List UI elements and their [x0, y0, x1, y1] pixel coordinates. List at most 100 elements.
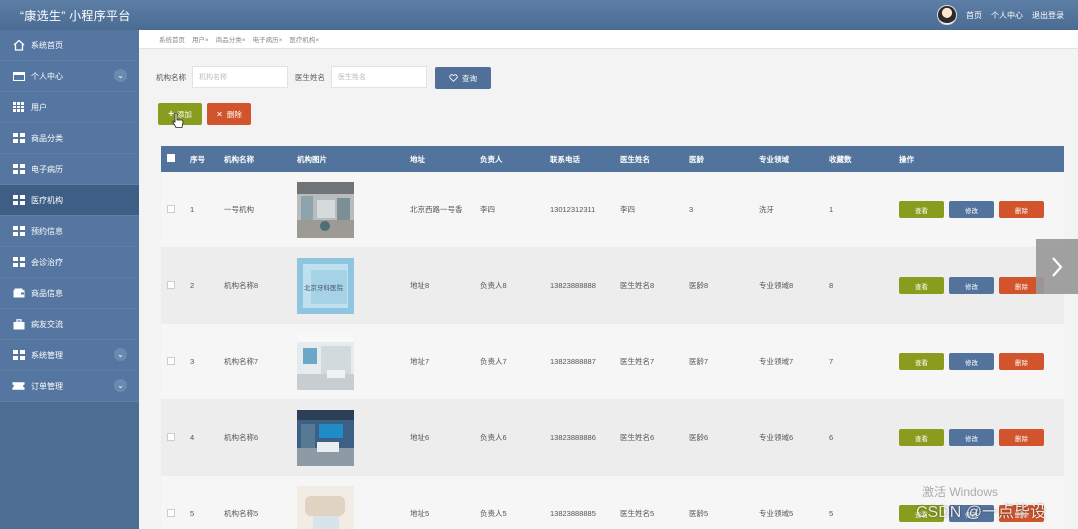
cell-doctor: 李四: [620, 172, 689, 248]
sidebar-item-label: 用户: [31, 102, 47, 112]
grid-icon: [12, 194, 25, 207]
cell-name: 机构名称5: [224, 475, 297, 529]
top-right-nav: 首页 个人中心 退出登录: [937, 3, 1064, 27]
doctor-name-label: 医生姓名: [295, 72, 325, 82]
sidebar-item-users[interactable]: 用户: [0, 92, 139, 123]
org-name-label: 机构名称: [156, 72, 186, 82]
tab-records[interactable]: 电子病历×: [253, 34, 283, 44]
cell-age: 医龄7: [689, 323, 759, 400]
sidebar-item-system[interactable]: 系统管理 ⌄: [0, 340, 139, 371]
sidebar-item-appointments[interactable]: 预约信息: [0, 216, 139, 247]
avatar[interactable]: [937, 5, 957, 25]
column-header: 医龄: [689, 146, 759, 172]
column-header: 专业领域: [759, 146, 829, 172]
table-header-row: 序号 机构名称 机构图片 地址 负责人 联系电话 医生姓名 医龄 专业领域 收藏…: [161, 146, 1064, 172]
column-header: 地址: [410, 146, 480, 172]
cell-phone: 13823888885: [550, 475, 620, 529]
search-button[interactable]: 查询: [435, 67, 491, 89]
next-arrow-button[interactable]: [1036, 239, 1078, 294]
tab-categories[interactable]: 商品分类×: [216, 34, 246, 44]
sidebar-item-label: 病友交流: [31, 319, 63, 329]
sidebar-item-community[interactable]: 病友交流: [0, 309, 139, 340]
cell-address: 地址8: [410, 247, 480, 324]
chevron-down-icon[interactable]: ⌄: [114, 379, 127, 392]
grid-icon: [12, 101, 25, 114]
sidebar-item-profile[interactable]: 个人中心 ⌄: [0, 61, 139, 92]
cell-no: 4: [190, 399, 224, 476]
wallet-icon: [12, 287, 25, 300]
column-header: 机构图片: [297, 146, 410, 172]
cell-phone: 13012312311: [550, 172, 620, 248]
row-delete-button[interactable]: 删除: [999, 353, 1044, 370]
cell-name: 机构名称7: [224, 323, 297, 400]
cell-name: 机构名称6: [224, 399, 297, 476]
cell-fav: 7: [829, 323, 899, 400]
sidebar-item-label: 系统首页: [31, 40, 63, 50]
sidebar-item-home[interactable]: 系统首页: [0, 30, 139, 61]
select-all-checkbox[interactable]: [167, 154, 175, 162]
delete-button[interactable]: ✕ 删除: [207, 103, 251, 125]
sidebar-item-consultation[interactable]: 会诊治疗: [0, 247, 139, 278]
row-delete-button[interactable]: 删除: [999, 429, 1044, 446]
row-checkbox[interactable]: [167, 280, 175, 289]
grid-icon: [12, 163, 25, 176]
doctor-name-input[interactable]: [331, 66, 427, 88]
grid-icon: [12, 132, 25, 145]
app-title: “康选生” 小程序平台: [20, 9, 131, 23]
institution-image: [297, 181, 354, 238]
home-icon: [12, 39, 25, 52]
view-button[interactable]: 查看: [899, 353, 944, 370]
cell-phone: 13823888888: [550, 247, 620, 324]
tab-institutions[interactable]: 医疗机构×: [289, 34, 319, 44]
institution-image: [297, 485, 354, 529]
chevron-down-icon[interactable]: ⌄: [114, 69, 127, 82]
search-button-label: 查询: [462, 73, 477, 83]
cell-no: 2: [190, 247, 224, 324]
column-header: 负责人: [480, 146, 550, 172]
institution-image: [297, 333, 354, 390]
edit-button[interactable]: 修改: [949, 353, 994, 370]
profile-link[interactable]: 个人中心: [991, 10, 1023, 21]
tab-home[interactable]: 系统首页: [159, 34, 185, 44]
cell-fav: 5: [829, 475, 899, 529]
cell-fav: 6: [829, 399, 899, 476]
edit-button[interactable]: 修改: [949, 429, 994, 446]
tab-users[interactable]: 用户×: [192, 34, 209, 44]
sidebar-item-label: 预约信息: [31, 226, 63, 236]
view-button[interactable]: 查看: [899, 201, 944, 218]
column-header: 收藏数: [829, 146, 899, 172]
sidebar-item-categories[interactable]: 商品分类: [0, 123, 139, 154]
row-checkbox[interactable]: [167, 204, 175, 213]
cell-phone: 13823888887: [550, 323, 620, 400]
delete-button-label: 删除: [226, 109, 242, 119]
row-checkbox[interactable]: [167, 432, 175, 441]
edit-button[interactable]: 修改: [949, 201, 994, 218]
home-link[interactable]: 首页: [966, 10, 982, 21]
sidebar-item-institutions[interactable]: 医疗机构: [0, 185, 139, 216]
sidebar-item-orders[interactable]: 订单管理 ⌄: [0, 371, 139, 402]
cell-no: 3: [190, 323, 224, 400]
chevron-down-icon[interactable]: ⌄: [114, 348, 127, 361]
org-name-input[interactable]: [192, 66, 288, 88]
sidebar-item-records[interactable]: 电子病历: [0, 154, 139, 185]
table-row: 1 一号机构 北京西路一号香 李四 13012312311 李四 3 洗牙 1: [161, 172, 1064, 248]
view-button[interactable]: 查看: [899, 277, 944, 294]
institution-image: 北京牙科医院: [297, 257, 354, 314]
cell-age: 医龄6: [689, 399, 759, 476]
edit-button[interactable]: 修改: [949, 277, 994, 294]
column-header: 医生姓名: [620, 146, 689, 172]
cell-field: 专业领域8: [759, 247, 829, 324]
row-delete-button[interactable]: 删除: [999, 201, 1044, 218]
logout-link[interactable]: 退出登录: [1032, 10, 1064, 21]
row-checkbox[interactable]: [167, 356, 175, 365]
tab-bar: 系统首页 用户× 商品分类× 电子病历× 医疗机构×: [139, 30, 1078, 49]
cell-field: 专业领域5: [759, 475, 829, 529]
image-caption: 北京牙科医院: [304, 284, 343, 292]
view-button[interactable]: 查看: [899, 429, 944, 446]
row-checkbox[interactable]: [167, 508, 175, 517]
cell-name: 一号机构: [224, 172, 297, 248]
column-header: 序号: [190, 146, 224, 172]
csdn-watermark: CSDN @一点毕设: [916, 504, 1047, 521]
sidebar-item-products[interactable]: 商品信息: [0, 278, 139, 309]
heart-icon: [449, 74, 458, 82]
